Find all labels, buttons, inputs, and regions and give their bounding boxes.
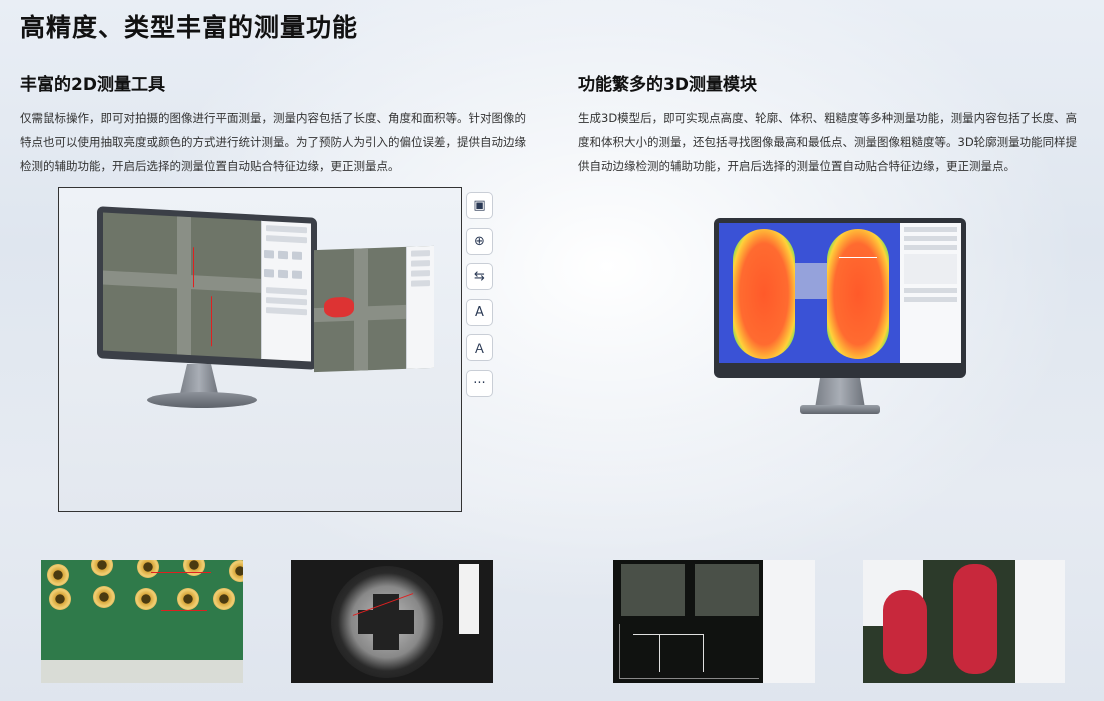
heatmap-3d-image	[719, 223, 900, 363]
aerial-road-image	[103, 212, 261, 359]
monitor-2d-main	[97, 206, 317, 370]
section-3d-description: 生成3D模型后，即可实现点高度、轮廓、体积、粗糙度等多种测量功能，测量内容包括了…	[578, 111, 1078, 173]
area-highlight	[324, 296, 354, 318]
more-icon: ···	[473, 375, 486, 391]
compare-icon: ⇆	[474, 269, 485, 284]
page-title: 高精度、类型丰富的测量功能	[20, 13, 359, 42]
thumbnail-3d-profile[interactable]	[613, 560, 815, 683]
measurement-2d-figure	[58, 187, 462, 512]
section-2d-description: 仅需鼠标操作，即可对拍摄的图像进行平面测量，测量内容包括了长度、角度和面积等。针…	[20, 111, 526, 173]
image-measure-button[interactable]: ▣	[466, 192, 493, 219]
monitor-3d-stand	[815, 378, 865, 408]
text-annotate-icon: A	[475, 304, 484, 320]
more-button[interactable]: ···	[466, 369, 493, 397]
compare-button[interactable]: ⇆	[466, 263, 493, 290]
measure-panel-3d	[900, 223, 961, 363]
zoom-in-button[interactable]: ⊕	[466, 227, 493, 255]
image-measure-icon: ▣	[473, 198, 486, 213]
zoom-in-icon: ⊕	[474, 233, 485, 249]
measure-panel-2d	[261, 220, 311, 362]
text-annotate-button[interactable]: A	[466, 298, 493, 326]
thumbnail-3d-parts[interactable]	[863, 560, 1065, 683]
monitor-2d-base	[147, 392, 257, 408]
text-select-button[interactable]: Ａ	[466, 334, 493, 361]
section-3d-title: 功能繁多的3D测量模块	[578, 75, 757, 95]
thumbnail-screw-measurement[interactable]	[291, 560, 493, 683]
monitor-3d-base	[800, 405, 880, 414]
thumbnail-pcb-measurement[interactable]	[41, 560, 243, 683]
monitor-2d-secondary	[314, 245, 434, 373]
tool-sidebar: ▣ ⊕ ⇆ A Ａ ···	[466, 192, 494, 405]
section-2d-title: 丰富的2D测量工具	[20, 75, 165, 95]
monitor-3d	[714, 218, 966, 378]
text-select-icon: Ａ	[472, 342, 486, 357]
